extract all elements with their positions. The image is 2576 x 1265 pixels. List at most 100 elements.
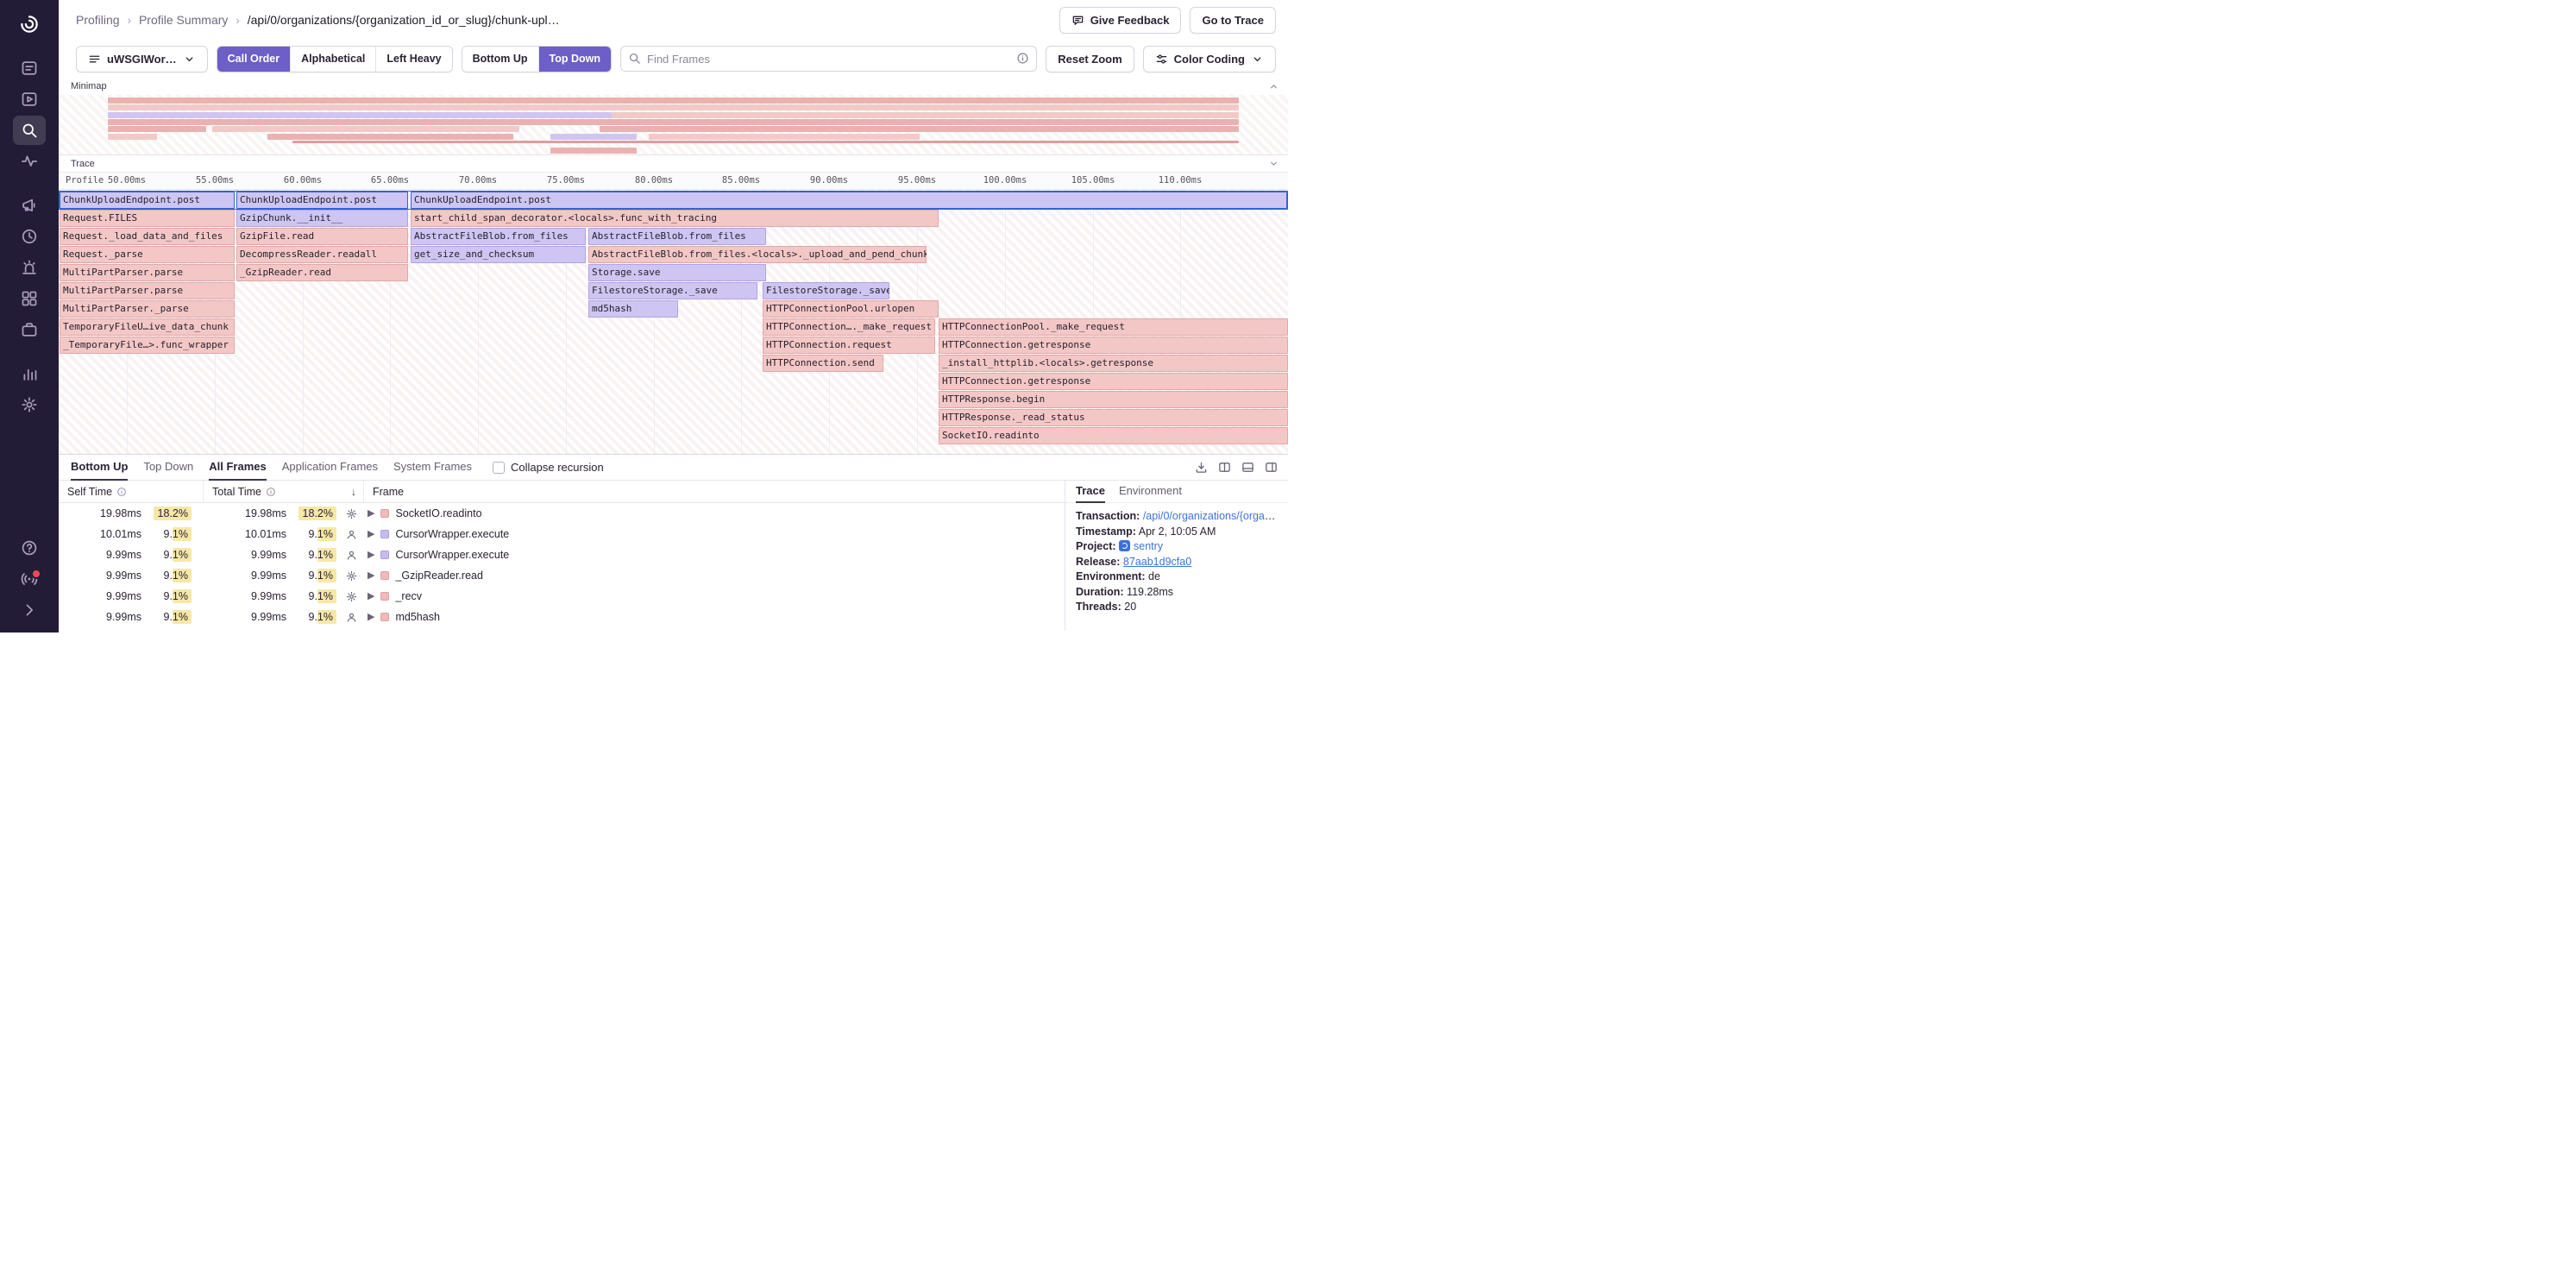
application-frame-icon [338,612,364,623]
sidebar-item-help[interactable] [13,533,46,563]
flame-frame[interactable]: ChunkUploadEndpoint.post [60,192,235,209]
layout-right-icon[interactable] [1265,461,1278,474]
expand-caret-icon[interactable]: ▶ [368,613,374,622]
sort-left-heavy[interactable]: Left Heavy [375,47,451,72]
sidebar-item-nav-feedback[interactable] [13,191,46,220]
flame-frame[interactable]: get_size_and_checksum [411,246,586,263]
total-time-header[interactable]: Total Time ↓ [204,481,364,502]
search-input[interactable] [620,46,1037,72]
direction-top-down[interactable]: Top Down [538,47,611,72]
expand-caret-icon[interactable]: ▶ [368,509,374,519]
flame-frame[interactable]: HTTPConnectionPool._make_request [939,318,1288,336]
flamegraph[interactable]: ChunkUploadEndpoint.postChunkUploadEndpo… [59,190,1288,454]
field-value[interactable]: /api/0/organizations/{organ… [1143,510,1278,522]
expand-caret-icon[interactable]: ▶ [368,530,374,539]
flame-frame[interactable]: GzipChunk.__init__ [236,210,408,227]
flame-frame[interactable]: TemporaryFileU…ive_data_chunk [60,318,235,336]
flame-frame[interactable]: _install_httplib.<locals>.getresponse [939,355,1288,372]
flame-frame[interactable]: ChunkUploadEndpoint.post [236,192,408,209]
details-tab-trace[interactable]: Trace [1076,481,1105,503]
color-coding-button[interactable]: Color Coding [1143,46,1276,72]
direction-bottom-up[interactable]: Bottom Up [462,47,538,72]
flame-frame[interactable]: SocketIO.readinto [939,427,1288,444]
flame-frame[interactable]: md5hash [588,300,678,318]
flame-frame[interactable]: ChunkUploadEndpoint.post [411,192,1287,209]
flame-frame[interactable]: HTTPConnection.send [763,355,883,372]
flame-frame[interactable]: HTTPResponse._read_status [939,409,1288,426]
flame-frame[interactable]: FilestoreStorage._save [588,282,757,299]
frame-header[interactable]: Frame [364,481,1065,502]
go-to-trace-button[interactable]: Go to Trace [1190,7,1276,34]
sidebar-item-nav-stats[interactable] [13,359,46,388]
sidebar-item-nav-settings[interactable] [13,390,46,419]
sidebar-item-nav-releases[interactable] [13,315,46,344]
chevron-down-icon[interactable] [1268,158,1279,169]
breadcrumb-profile-summary[interactable]: Profile Summary [139,13,228,27]
details-tab-environment[interactable]: Environment [1119,481,1182,503]
give-feedback-button[interactable]: Give Feedback [1059,7,1182,34]
field-label: Threads: [1076,601,1122,613]
flame-frame[interactable]: _TemporaryFile…>.func_wrapper [60,337,235,354]
expand-caret-icon[interactable]: ▶ [368,571,374,581]
sidebar-item-nav-issues[interactable] [13,53,46,83]
flame-frame[interactable]: DecompressReader.readall [236,246,408,263]
sort-alphabetical[interactable]: Alphabetical [290,47,375,72]
sidebar-item-nav-explore[interactable] [13,85,46,114]
flame-frame[interactable]: Storage.save [588,264,766,281]
table-row[interactable]: 9.99ms9.1%9.99ms9.1%▶_GzipReader.read [59,565,1065,586]
table-row[interactable]: 19.98ms18.2%19.98ms18.2%▶SocketIO.readin… [59,503,1065,524]
field-value[interactable]: sentry [1134,540,1163,552]
self-time-header[interactable]: Self Time [59,481,204,502]
tab-top-down[interactable]: Top Down [143,455,193,481]
download-icon[interactable] [1195,461,1208,474]
flame-frame[interactable]: AbstractFileBlob.from_files [411,228,586,245]
flame-frame[interactable]: HTTPResponse.begin [939,391,1288,408]
flame-frame[interactable]: HTTPConnection.getresponse [939,373,1288,390]
sort-call-order[interactable]: Call Order [217,47,290,72]
flame-frame[interactable]: FilestoreStorage._save [763,282,889,299]
layout-columns-icon[interactable] [1218,461,1231,474]
flame-frame[interactable]: MultiPartParser.parse [60,282,235,299]
flame-frame[interactable]: Request._load_data_and_files [60,228,235,245]
table-row[interactable]: 9.99ms9.1%9.99ms9.1%▶md5hash [59,607,1065,627]
chevron-up-icon[interactable] [1268,81,1279,92]
table-row[interactable]: 9.99ms9.1%9.99ms9.1%▶CursorWrapper.execu… [59,544,1065,565]
collapse-recursion-checkbox[interactable] [493,462,505,474]
minimap[interactable] [59,95,1288,155]
table-row[interactable]: 10.01ms9.1%10.01ms9.1%▶CursorWrapper.exe… [59,524,1065,544]
flame-frame[interactable]: Request._parse [60,246,235,263]
flame-frame[interactable]: start_child_span_decorator.<locals>.func… [411,210,939,227]
sidebar-item-nav-crons[interactable] [13,222,46,251]
breadcrumb-profiling[interactable]: Profiling [76,13,120,27]
tab-all-frames[interactable]: All Frames [209,455,266,481]
layout-bottom-icon[interactable] [1241,461,1254,474]
expand-caret-icon[interactable]: ▶ [368,551,374,560]
flame-frame[interactable]: AbstractFileBlob.from_files [588,228,766,245]
table-row[interactable]: 9.99ms9.1%9.99ms9.1%▶_recv [59,586,1065,607]
flame-frame[interactable]: HTTPConnection…._make_request [763,318,935,336]
sidebar-item-nav-dashboards[interactable] [13,284,46,313]
field-label: Release: [1076,556,1120,568]
sidebar-item-collapse-sidebar[interactable] [13,595,46,625]
flame-frame[interactable]: HTTPConnection.getresponse [939,337,1288,354]
tab-application-frames[interactable]: Application Frames [282,455,378,481]
flame-frame[interactable]: Request.FILES [60,210,235,227]
sidebar-item-sentry-logo[interactable] [13,9,46,39]
sidebar-item-nav-traces[interactable] [13,147,46,176]
reset-zoom-button[interactable]: Reset Zoom [1046,46,1134,72]
sidebar-item-nav-alerts[interactable] [13,253,46,282]
field-value[interactable]: 87aab1d9cfa0 [1123,556,1191,568]
flame-frame[interactable]: MultiPartParser.parse [60,264,235,281]
tab-system-frames[interactable]: System Frames [393,455,472,481]
flame-frame[interactable]: HTTPConnectionPool.urlopen [763,300,939,318]
flame-frame[interactable]: _GzipReader.read [236,264,408,281]
flame-frame[interactable]: HTTPConnection.request [763,337,935,354]
expand-caret-icon[interactable]: ▶ [368,592,374,601]
tab-bottom-up[interactable]: Bottom Up [71,455,128,481]
flame-frame[interactable]: GzipFile.read [236,228,408,245]
flame-frame[interactable]: AbstractFileBlob.from_files.<locals>._up… [588,246,927,263]
thread-selector[interactable]: uWSGIWor… [76,46,208,72]
sidebar-item-nav-search[interactable] [13,116,46,145]
flame-frame[interactable]: MultiPartParser._parse [60,300,235,318]
sidebar-item-whats-new[interactable] [13,564,46,594]
